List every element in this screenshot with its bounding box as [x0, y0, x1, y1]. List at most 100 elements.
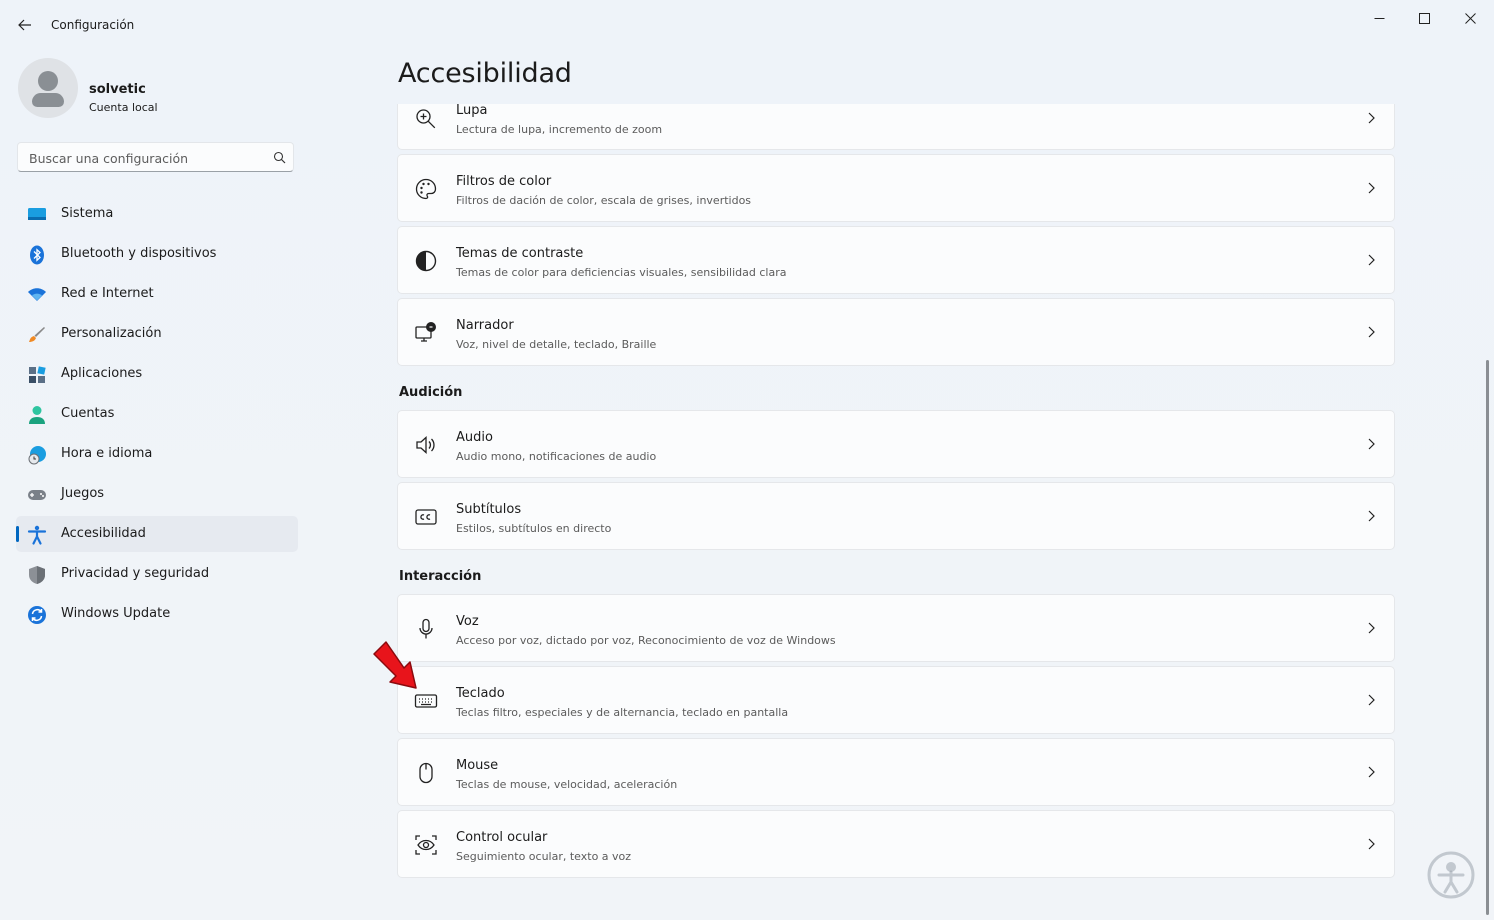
chevron-right-icon: [1368, 838, 1375, 850]
section-header-interaccion: Interacción: [399, 569, 482, 584]
narrator-icon: [415, 322, 436, 342]
sidebar-item-privacidad[interactable]: Privacidad y seguridad: [16, 556, 298, 592]
sidebar-item-label: Bluetooth y dispositivos: [61, 246, 217, 261]
card-title: Temas de contraste: [456, 246, 584, 261]
card-audio[interactable]: Audio Audio mono, notificaciones de audi…: [397, 410, 1395, 478]
sidebar-item-label: Red e Internet: [61, 286, 154, 301]
card-subtitle: Teclas de mouse, velocidad, aceleración: [456, 778, 678, 791]
profile-account-type: Cuenta local: [89, 101, 158, 114]
card-control-ocular[interactable]: Control ocular Seguimiento ocular, texto…: [397, 810, 1395, 878]
section-header-audicion: Audición: [399, 385, 463, 400]
microphone-icon: [419, 618, 433, 639]
sidebar-item-label: Windows Update: [61, 606, 171, 621]
sidebar-item-label: Hora e idioma: [61, 446, 153, 461]
sidebar-item-label: Privacidad y seguridad: [61, 566, 210, 581]
card-teclado[interactable]: Teclado Teclas filtro, especiales y de a…: [397, 666, 1395, 734]
sidebar-item-sistema[interactable]: Sistema: [16, 196, 298, 232]
card-subtitle: Estilos, subtítulos en directo: [456, 522, 612, 535]
minimize-icon: [1374, 17, 1384, 19]
card-title: Teclado: [456, 686, 505, 701]
close-button[interactable]: [1447, 4, 1493, 32]
card-title: Mouse: [456, 758, 499, 773]
palette-icon: [415, 178, 437, 200]
card-subtitle: Filtros de dación de color, escala de gr…: [456, 194, 752, 207]
card-subtitulos[interactable]: Subtítulos Estilos, subtítulos en direct…: [397, 482, 1395, 550]
gamepad-icon: [28, 490, 46, 500]
search-icon[interactable]: [272, 150, 288, 166]
page-title: Accesibilidad: [398, 58, 572, 89]
maximize-button[interactable]: [1401, 4, 1447, 32]
accessibility-icon: [27, 525, 47, 545]
eye-control-icon: [415, 835, 437, 855]
magnifier-icon: [416, 109, 436, 129]
sidebar-item-accesibilidad[interactable]: Accesibilidad: [16, 516, 298, 552]
sidebar-item-label: Personalización: [61, 326, 162, 341]
sidebar-item-label: Aplicaciones: [61, 366, 143, 381]
chevron-right-icon: [1368, 112, 1375, 124]
sidebar-item-aplicaciones[interactable]: Aplicaciones: [16, 356, 298, 392]
profile-name: solvetic: [89, 82, 146, 97]
card-title: Control ocular: [456, 830, 548, 845]
sidebar-item-label: Juegos: [61, 486, 105, 501]
shield-icon: [29, 566, 45, 584]
apps-icon: [29, 366, 46, 383]
person-icon: [29, 406, 45, 424]
sidebar-nav: Sistema Bluetooth y dispositivos Red e I…: [16, 196, 298, 636]
card-filtros-de-color[interactable]: Filtros de color Filtros de dación de co…: [397, 154, 1395, 222]
scrollbar-thumb[interactable]: [1486, 360, 1489, 915]
card-temas-de-contraste[interactable]: Temas de contraste Temas de color para d…: [397, 226, 1395, 294]
minimize-button[interactable]: [1356, 4, 1402, 32]
card-narrador[interactable]: Narrador Voz, nivel de detalle, teclado,…: [397, 298, 1395, 366]
contrast-icon: [415, 250, 437, 272]
title-bar: Configuración: [0, 0, 1494, 48]
sidebar-item-label: Sistema: [61, 206, 114, 221]
card-subtitle: Temas de color para deficiencias visuale…: [456, 266, 787, 279]
card-lupa[interactable]: Lupa Lectura de lupa, incremento de zoom: [397, 104, 1395, 150]
window-title: Configuración: [51, 18, 135, 32]
card-mouse[interactable]: Mouse Teclas de mouse, velocidad, aceler…: [397, 738, 1395, 806]
back-button[interactable]: [12, 12, 38, 38]
update-icon: [28, 606, 46, 624]
back-arrow-icon: [18, 19, 31, 31]
sidebar-item-red[interactable]: Red e Internet: [16, 276, 298, 312]
chevron-right-icon: [1368, 622, 1375, 634]
chevron-right-icon: [1368, 510, 1375, 522]
chevron-right-icon: [1368, 182, 1375, 194]
search-box: [17, 142, 294, 172]
card-subtitle: Lectura de lupa, incremento de zoom: [456, 123, 663, 136]
sidebar-item-windows-update[interactable]: Windows Update: [16, 596, 298, 632]
maximize-icon: [1418, 12, 1430, 24]
monitor-icon: [28, 208, 46, 220]
card-subtitle: Voz, nivel de detalle, teclado, Braille: [456, 338, 657, 351]
sidebar-item-label: Accesibilidad: [61, 526, 146, 541]
card-title: Lupa: [456, 104, 488, 118]
sidebar-item-hora[interactable]: Hora e idioma: [16, 436, 298, 472]
sidebar-item-juegos[interactable]: Juegos: [16, 476, 298, 512]
speaker-icon: [416, 436, 435, 454]
card-subtitle: Seguimiento ocular, texto a voz: [456, 850, 632, 863]
card-title: Filtros de color: [456, 174, 552, 189]
sidebar-item-label: Cuentas: [61, 406, 115, 421]
sidebar-item-cuentas[interactable]: Cuentas: [16, 396, 298, 432]
settings-list: Lupa Lectura de lupa, incremento de zoom…: [397, 104, 1397, 920]
card-subtitle: Teclas filtro, especiales y de alternanc…: [456, 706, 789, 719]
card-subtitle: Acceso por voz, dictado por voz, Reconoc…: [456, 634, 836, 647]
card-title: Voz: [456, 614, 479, 629]
annotation-arrow-icon: [373, 641, 417, 689]
card-title: Narrador: [456, 318, 514, 333]
closed-captions-icon: [415, 509, 437, 525]
sidebar-item-personalizacion[interactable]: Personalización: [16, 316, 298, 352]
user-profile[interactable]: solvetic Cuenta local: [18, 58, 318, 120]
chevron-right-icon: [1368, 254, 1375, 266]
chevron-right-icon: [1368, 694, 1375, 706]
sidebar-item-bluetooth[interactable]: Bluetooth y dispositivos: [16, 236, 298, 272]
globe-clock-icon: [28, 446, 46, 465]
bluetooth-icon: [30, 245, 44, 265]
chevron-right-icon: [1368, 326, 1375, 338]
settings-window: Configuración solvetic Cuenta local Sis: [0, 0, 1494, 920]
close-icon: [1464, 12, 1476, 24]
search-input[interactable]: [27, 149, 261, 167]
card-voz[interactable]: Voz Acceso por voz, dictado por voz, Rec…: [397, 594, 1395, 662]
keyboard-icon: [414, 694, 438, 708]
card-title: Audio: [456, 430, 493, 445]
